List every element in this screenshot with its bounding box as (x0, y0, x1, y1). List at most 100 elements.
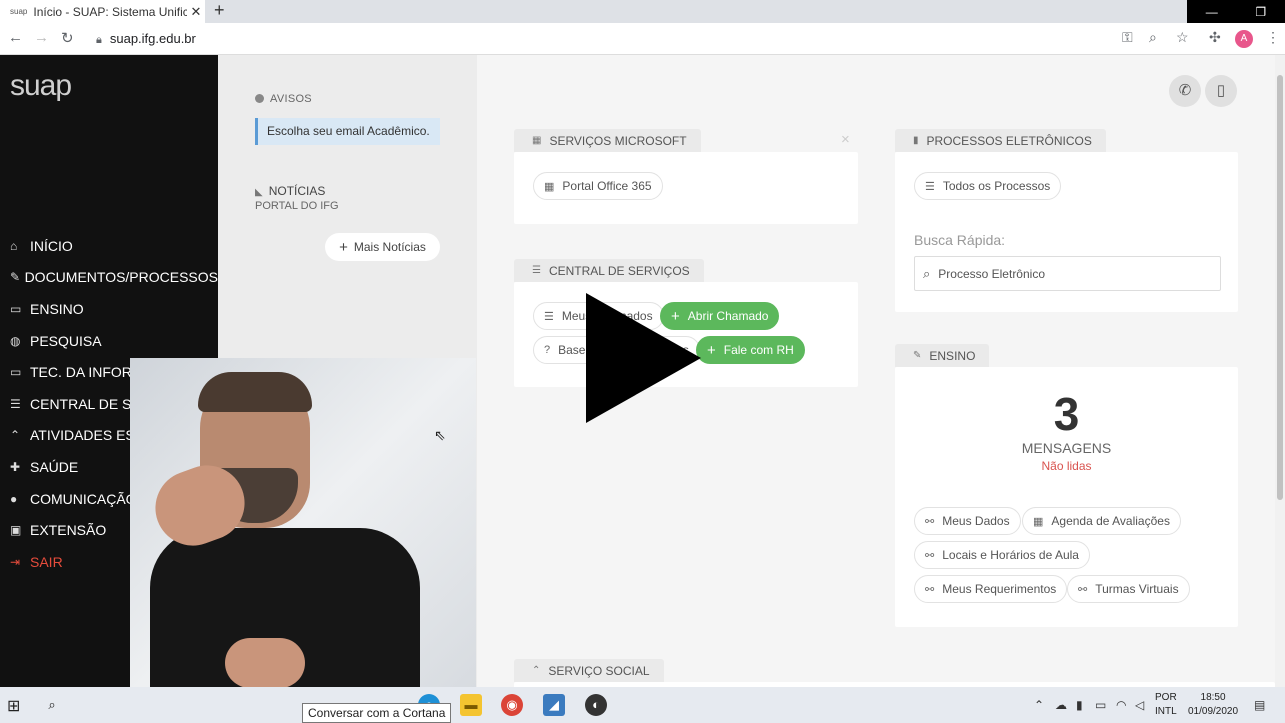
clock-date: 01/09/2020 (1188, 706, 1239, 717)
taskbar-app2-icon[interactable]: ◢ (543, 694, 565, 716)
briefcase-icon: ▣ (10, 523, 22, 538)
lang-line1: POR (1155, 692, 1177, 703)
info-icon (255, 94, 264, 103)
sidebar-item-label: ENSINO (30, 300, 84, 317)
chrome-icon[interactable]: ◉ (501, 694, 523, 716)
page-scrollbar[interactable] (1275, 55, 1285, 687)
mouse-cursor-icon: ⇖ (434, 427, 446, 443)
phone-icon[interactable]: ✆ (1169, 75, 1201, 107)
browser-tab[interactable]: suap Início - SUAP: Sistema Unificado ✕ (0, 0, 205, 23)
address-bar: ← → ↻ 🔒︎ suap.ifg.edu.br ⚿ ⌕ ☆ ✣ A ⋮ (0, 23, 1285, 55)
question-icon: ? (544, 344, 551, 356)
portal-office-label: Portal Office 365 (562, 179, 652, 193)
processos-title: PROCESSOS ELETRÔNICOS (926, 133, 1092, 148)
menu-kebab-icon[interactable]: ⋮ (1266, 29, 1280, 46)
key-icon[interactable]: ⚿ (1122, 29, 1133, 46)
sidebar-item-in-cio[interactable]: ⌂ INÍCIO (0, 230, 218, 262)
mais-noticias-button[interactable]: + Mais Notícias (325, 233, 440, 261)
list-icon: ☰ (532, 265, 541, 276)
file-explorer-icon[interactable]: ▬ (460, 694, 482, 716)
interpreter-video (130, 358, 476, 688)
meus-dados-label: Meus Dados (942, 514, 1010, 528)
graduation-icon: ⌃ (532, 665, 541, 676)
list-icon: ☰ (10, 396, 21, 411)
obs-icon[interactable]: ◐ (585, 694, 607, 716)
avisos-title: AVISOS (270, 93, 312, 105)
language-indicator[interactable]: POR INTL (1155, 691, 1177, 719)
lock-icon: 🔒︎ (96, 34, 102, 46)
turmas-virtuais-label: Turmas Virtuais (1095, 582, 1179, 596)
tray-chevron-icon[interactable]: ⌃ (1034, 698, 1044, 712)
link-icon: ⚯ (925, 549, 935, 562)
servicos-microsoft-tab: ▦ SERVIÇOS MICROSOFT (514, 129, 701, 152)
microphone-icon[interactable]: ▮ (1076, 698, 1083, 712)
mensagens-count[interactable]: 3 (895, 387, 1238, 441)
taskbar-clock[interactable]: 18:50 01/09/2020 (1188, 691, 1238, 719)
mensagens-label: MENSAGENS (1021, 440, 1112, 456)
reload-icon[interactable]: ↻ (61, 29, 74, 47)
search-icon[interactable]: ⌕ (41, 694, 63, 716)
meus-dados-link[interactable]: ⚯ Meus Dados (914, 507, 1021, 535)
link-icon: ⚯ (925, 583, 935, 596)
busca-rapida-label: Busca Rápida: (914, 232, 1006, 248)
play-icon[interactable] (586, 293, 701, 423)
profile-avatar[interactable]: A (1235, 30, 1253, 48)
portal-office-button[interactable]: ▦ Portal Office 365 (533, 172, 663, 200)
avisos-heading: AVISOS (255, 93, 312, 105)
mobile-icon[interactable]: ▯ (1205, 75, 1237, 107)
calendar-icon: ▦ (1033, 515, 1044, 528)
agenda-avaliacoes-link[interactable]: ▦ Agenda de Avaliações (1022, 507, 1181, 535)
url-field[interactable]: 🔒︎ suap.ifg.edu.br (96, 31, 196, 47)
notifications-icon[interactable]: ▤ (1254, 698, 1265, 712)
board-icon: ▭ (10, 301, 22, 316)
window-controls: — ❐ (1187, 0, 1285, 23)
file-icon: ▮ (913, 135, 919, 146)
fale-rh-label: Fale com RH (723, 343, 794, 357)
extensions-icon[interactable]: ✣ (1209, 29, 1221, 46)
windows-icon: ▦ (544, 180, 555, 193)
processos-tab: ▮ PROCESSOS ELETRÔNICOS (895, 129, 1106, 152)
todos-processos-label: Todos os Processos (942, 179, 1051, 193)
suap-favicon-icon: suap (10, 7, 28, 16)
sidebar-item-label: INÍCIO (30, 237, 73, 254)
nao-lidas-label: Não lidas (1041, 459, 1092, 473)
close-icon[interactable]: × (841, 131, 850, 148)
star-icon[interactable]: ☆ (1176, 29, 1189, 46)
close-tab-icon[interactable]: ✕ (187, 4, 205, 20)
list-icon: ☰ (544, 310, 554, 323)
sidebar-item-ensino[interactable]: ▭ ENSINO (0, 293, 218, 325)
busca-rapida-input[interactable]: ⌕ Processo Eletrônico (914, 256, 1221, 291)
meus-requerimentos-label: Meus Requerimentos (942, 582, 1057, 596)
turmas-virtuais-link[interactable]: ⚯ Turmas Virtuais (1067, 575, 1190, 603)
plus-icon: + (339, 238, 348, 256)
avisos-alert[interactable]: Escolha seu email Acadêmico. (255, 118, 440, 145)
search-icon: ⌕ (923, 265, 931, 281)
back-icon[interactable]: ← (8, 29, 23, 46)
meus-requerimentos-link[interactable]: ⚯ Meus Requerimentos (914, 575, 1068, 603)
link-icon: ⚯ (1078, 583, 1088, 596)
minimize-icon[interactable]: — (1206, 5, 1218, 19)
home-icon: ⌂ (10, 238, 18, 253)
suap-logo[interactable]: suap (10, 69, 72, 103)
onedrive-icon[interactable]: ☁ (1055, 698, 1067, 712)
servico-social-title: SERVIÇO SOCIAL (548, 663, 650, 678)
zoom-icon[interactable]: ⌕ (1149, 29, 1157, 46)
wifi-icon[interactable]: ◠ (1116, 698, 1126, 712)
windows-start-icon[interactable]: ⊞ (7, 696, 20, 716)
new-tab-button[interactable]: + (214, 0, 225, 20)
lang-line2: INTL (1155, 706, 1177, 717)
fale-rh-button[interactable]: + Fale com RH (696, 336, 805, 364)
restore-icon[interactable]: ❐ (1255, 5, 1266, 19)
forward-icon[interactable]: → (34, 29, 49, 46)
volume-icon[interactable]: ◁ (1135, 698, 1144, 712)
video-person-hair (198, 372, 312, 412)
sidebar-item-documentos-processos[interactable]: ✎ DOCUMENTOS/PROCESSOS (0, 262, 218, 294)
servico-social-tab: ⌃ SERVIÇO SOCIAL (514, 659, 664, 682)
scrollbar-thumb[interactable] (1277, 75, 1283, 500)
list-icon: ☰ (925, 180, 935, 193)
todos-processos-button[interactable]: ☰ Todos os Processos (914, 172, 1062, 200)
globe-icon: ◍ (10, 333, 21, 348)
battery-icon[interactable]: ▭ (1095, 698, 1106, 712)
locais-horarios-link[interactable]: ⚯ Locais e Horários de Aula (914, 541, 1090, 569)
sidebar-item-pesquisa[interactable]: ◍ PESQUISA (0, 325, 218, 357)
